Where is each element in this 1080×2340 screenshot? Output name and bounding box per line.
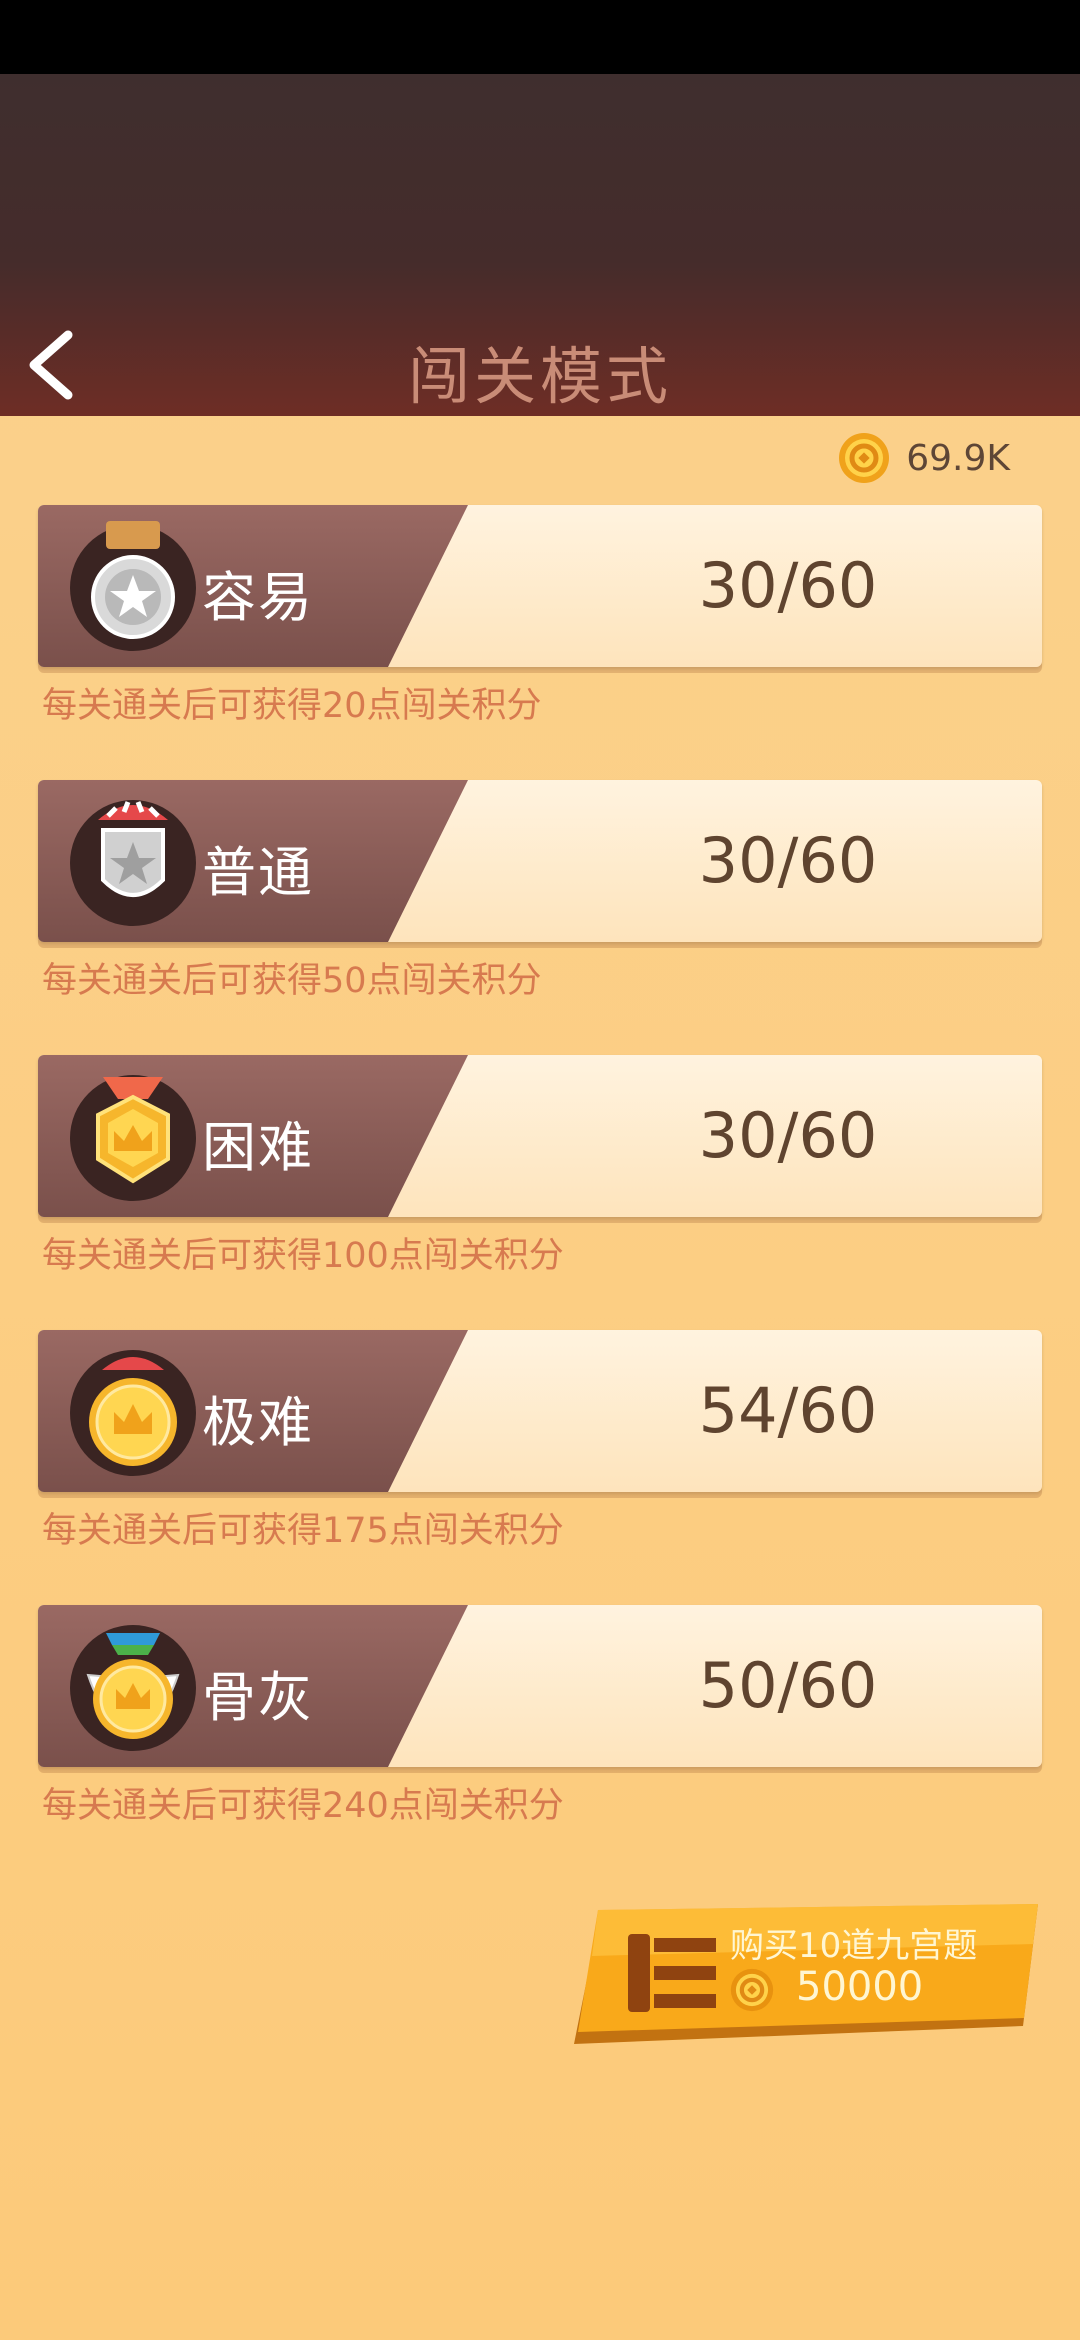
level-progress: 30/60 bbox=[698, 824, 878, 897]
level-name: 普通 bbox=[202, 841, 314, 904]
buy-puzzles-button[interactable]: 购买10道九宫题 50000 bbox=[568, 1904, 1038, 2046]
coin-balance: 69.9K bbox=[838, 430, 1010, 486]
gold-winged-medal-icon bbox=[70, 1625, 196, 1751]
level-card[interactable]: 极难 54/60 bbox=[38, 1330, 1042, 1492]
buy-price: 50000 bbox=[796, 1964, 924, 2010]
level-progress: 30/60 bbox=[698, 1099, 878, 1172]
level-reward-text: 每关通关后可获得240点闯关积分 bbox=[42, 1786, 564, 1826]
coin-icon bbox=[730, 1968, 774, 2012]
level-progress: 54/60 bbox=[698, 1374, 878, 1447]
level-card[interactable]: 普通 30/60 bbox=[38, 780, 1042, 942]
level-progress: 50/60 bbox=[698, 1649, 878, 1722]
level-row-hard[interactable]: 困难 30/60 每关通关后可获得100点闯关积分 bbox=[38, 1055, 1042, 1276]
status-bar bbox=[0, 0, 1080, 74]
silver-shield-medal-icon bbox=[70, 800, 196, 926]
level-reward-text: 每关通关后可获得100点闯关积分 bbox=[42, 1236, 564, 1276]
level-row-easy[interactable]: 容易 30/60 每关通关后可获得20点闯关积分 bbox=[38, 505, 1042, 726]
level-name: 极难 bbox=[202, 1391, 314, 1454]
ticket-icon bbox=[628, 1934, 716, 2012]
gold-crown-medal-icon bbox=[70, 1075, 196, 1201]
level-card[interactable]: 困难 30/60 bbox=[38, 1055, 1042, 1217]
gold-sun-medal-icon bbox=[70, 1350, 196, 1476]
level-reward-text: 每关通关后可获得20点闯关积分 bbox=[42, 686, 542, 726]
level-reward-text: 每关通关后可获得50点闯关积分 bbox=[42, 961, 542, 1001]
silver-star-medal-icon bbox=[70, 521, 196, 651]
level-row-very-hard[interactable]: 极难 54/60 每关通关后可获得175点闯关积分 bbox=[38, 1330, 1042, 1551]
level-card[interactable]: 容易 30/60 bbox=[38, 505, 1042, 667]
level-name: 困难 bbox=[202, 1116, 314, 1179]
buy-label: 购买10道九宫题 bbox=[730, 1926, 978, 1966]
level-name: 容易 bbox=[202, 566, 314, 629]
level-card[interactable]: 骨灰 50/60 bbox=[38, 1605, 1042, 1767]
level-name: 骨灰 bbox=[202, 1666, 314, 1729]
page-title: 闯关模式 bbox=[407, 340, 672, 413]
level-row-ash[interactable]: 骨灰 50/60 每关通关后可获得240点闯关积分 bbox=[38, 1605, 1042, 1826]
coin-icon bbox=[839, 433, 890, 483]
coin-balance-value: 69.9K bbox=[906, 437, 1010, 479]
level-reward-text: 每关通关后可获得175点闯关积分 bbox=[42, 1511, 564, 1551]
level-row-normal[interactable]: 普通 30/60 每关通关后可获得50点闯关积分 bbox=[38, 780, 1042, 1001]
level-progress: 30/60 bbox=[698, 549, 878, 622]
